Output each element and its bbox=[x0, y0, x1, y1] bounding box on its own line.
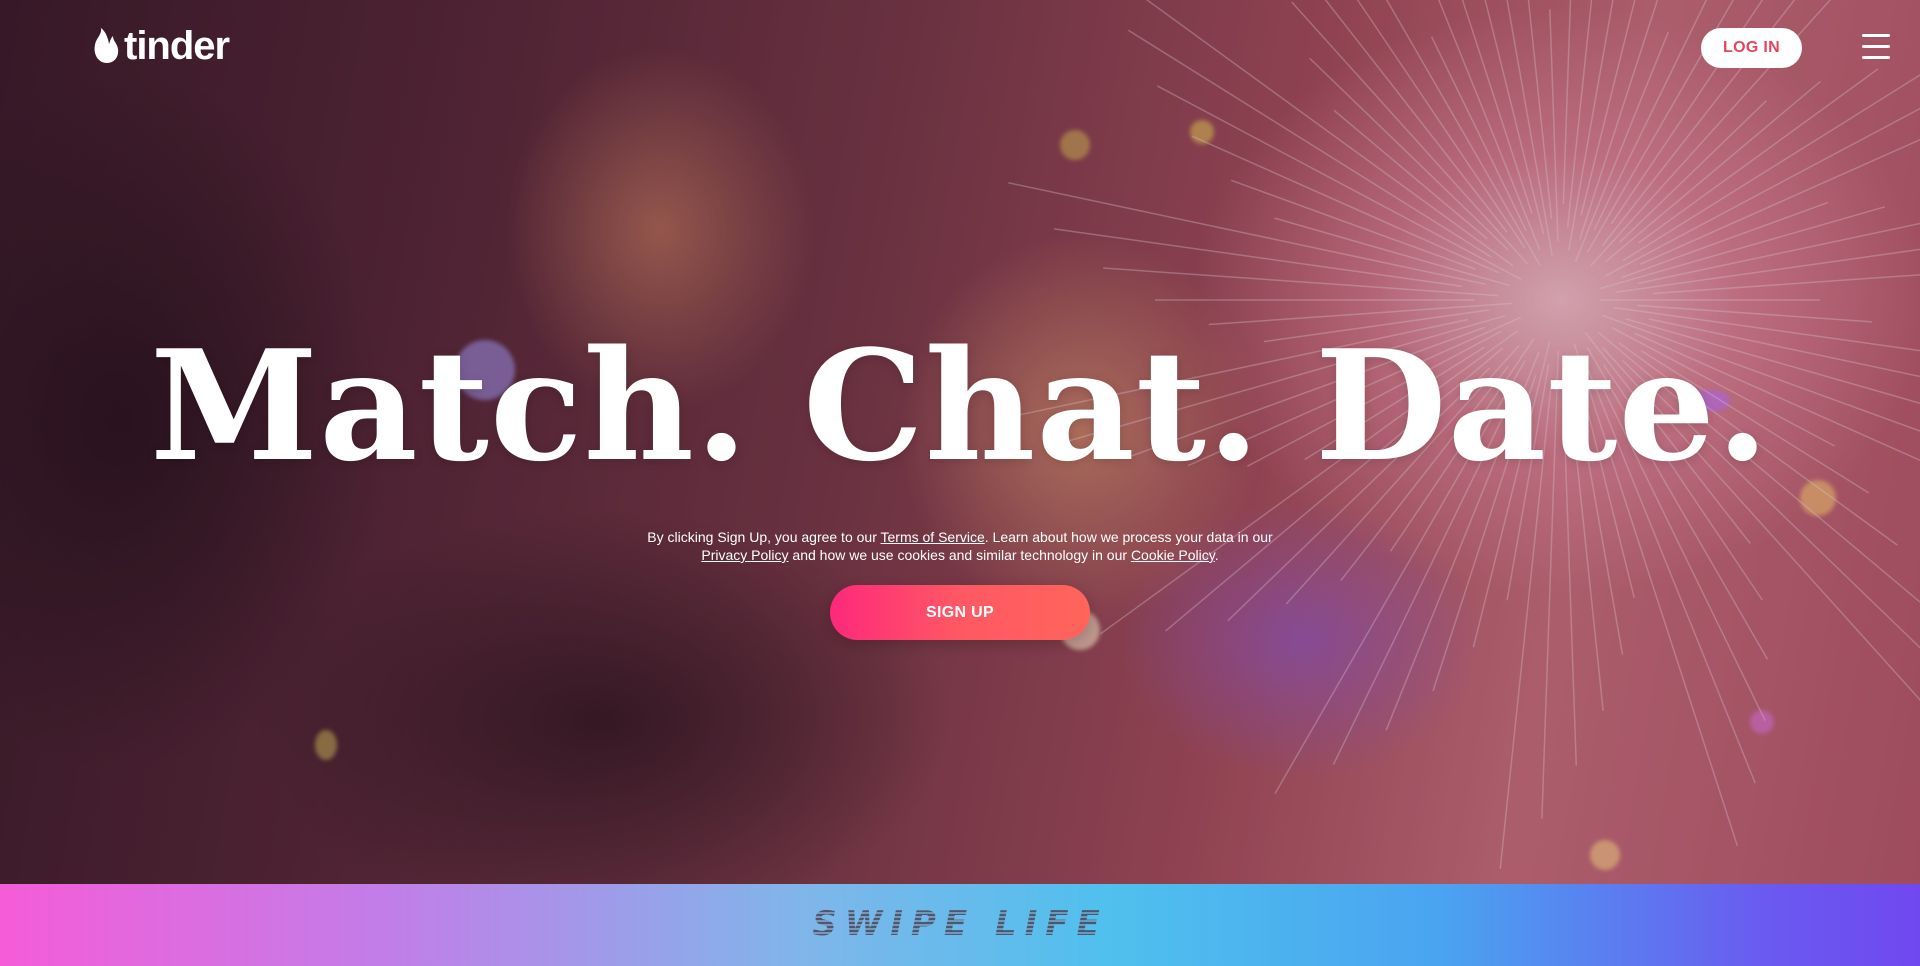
cookie-policy-link[interactable]: Cookie Policy bbox=[1131, 547, 1215, 563]
landing-page: tinder LOG IN Match. Chat. Date. By clic… bbox=[0, 0, 1920, 966]
flame-icon bbox=[94, 28, 119, 63]
hamburger-menu-icon[interactable] bbox=[1862, 34, 1890, 60]
menu-bar bbox=[1862, 45, 1890, 48]
legal-text: By clicking Sign Up, you agree to our bbox=[647, 529, 881, 545]
privacy-policy-link[interactable]: Privacy Policy bbox=[701, 547, 788, 563]
banner-title: SWIPE LIFE bbox=[0, 904, 1920, 944]
hero-headline: Match. Chat. Date. bbox=[149, 316, 1770, 495]
menu-bar bbox=[1862, 34, 1890, 37]
sign-up-button[interactable]: SIGN UP bbox=[830, 585, 1090, 640]
menu-bar bbox=[1862, 56, 1890, 59]
legal-text: . Learn about how we process your data i… bbox=[984, 529, 1273, 545]
logo-wordmark: tinder bbox=[124, 24, 230, 68]
login-button[interactable]: LOG IN bbox=[1701, 28, 1802, 68]
site-header: tinder LOG IN bbox=[0, 0, 1920, 96]
tinder-logo[interactable]: tinder bbox=[92, 24, 230, 68]
legal-disclaimer: By clicking Sign Up, you agree to our Te… bbox=[640, 528, 1280, 564]
swipe-life-banner[interactable]: SWIPE LIFE bbox=[0, 884, 1920, 966]
terms-of-service-link[interactable]: Terms of Service bbox=[881, 529, 985, 545]
legal-text: and how we use cookies and similar techn… bbox=[788, 547, 1131, 563]
legal-text: . bbox=[1214, 547, 1219, 563]
